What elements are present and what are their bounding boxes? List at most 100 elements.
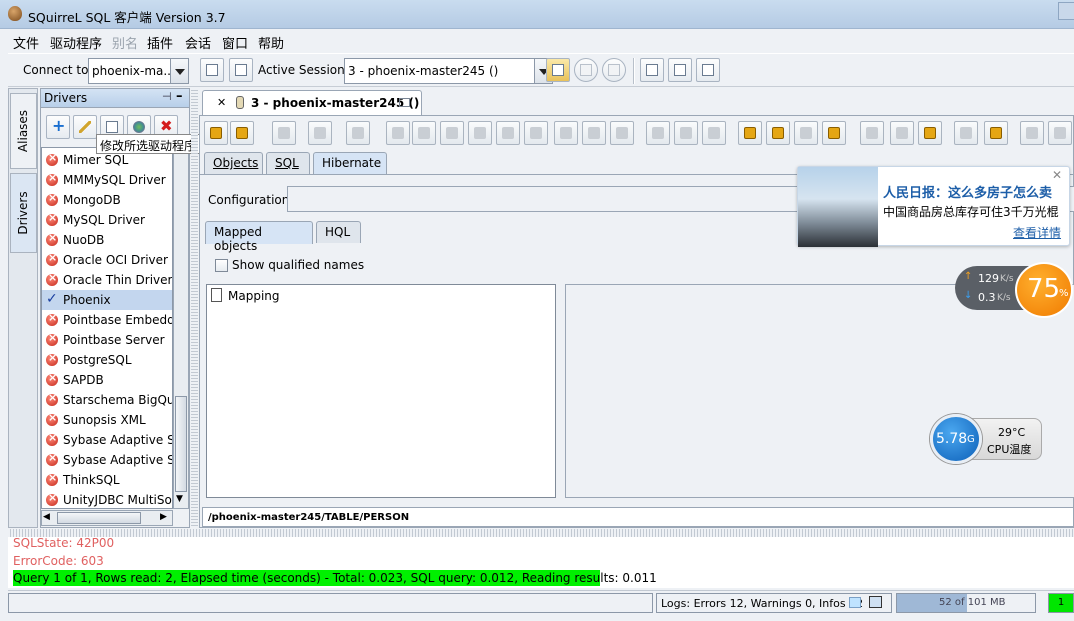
driver-item[interactable]: MongoDB	[42, 190, 172, 210]
monitor-icon[interactable]	[869, 596, 882, 608]
session-tool-button[interactable]	[308, 121, 332, 145]
new-window-button[interactable]	[640, 58, 664, 82]
menu-drivers[interactable]: 驱动程序	[50, 33, 102, 52]
new-driver-button[interactable]: +	[46, 115, 70, 139]
run-button[interactable]	[574, 58, 598, 82]
session-tool-button[interactable]	[822, 121, 846, 145]
horizontal-splitter[interactable]	[8, 529, 1074, 537]
copy-button[interactable]	[696, 58, 720, 82]
driver-item[interactable]: NuoDB	[42, 230, 172, 250]
session-tool-button[interactable]	[860, 121, 884, 145]
menu-aliases[interactable]: 别名	[112, 33, 138, 52]
session-tool-button[interactable]	[230, 121, 254, 145]
vertical-splitter[interactable]	[191, 88, 198, 528]
tab-aliases[interactable]: Aliases	[10, 93, 37, 169]
session-tool-button[interactable]	[346, 121, 370, 145]
memory-bar[interactable]: 52 of 101 MB	[896, 593, 1036, 613]
tab-mapped-objects[interactable]: Mapped objects	[205, 221, 313, 253]
tab-hql[interactable]: HQL	[316, 221, 361, 243]
driver-item[interactable]: Starschema BigQuery	[42, 390, 172, 410]
driver-item[interactable]: ThinkSQL	[42, 470, 172, 490]
drivers-horizontal-scrollbar[interactable]: ◀ ▶	[41, 510, 173, 526]
mapping-tree[interactable]: Mapping	[206, 284, 556, 498]
driver-item[interactable]: Sybase Adaptive Server	[42, 430, 172, 450]
driver-item[interactable]: ✓ Phoenix	[42, 290, 172, 310]
session-tab[interactable]: ✕ 3 - phoenix-master245 ()	[202, 90, 422, 116]
session-tool-button[interactable]	[702, 121, 726, 145]
session-tool-button[interactable]	[1048, 121, 1072, 145]
tab-sql[interactable]: SQL	[266, 152, 310, 174]
driver-item[interactable]: MySQL Driver	[42, 210, 172, 230]
driver-item[interactable]: UnityJDBC MultiSource	[42, 490, 172, 508]
drivers-vertical-scrollbar[interactable]: ▼	[173, 147, 189, 509]
driver-item[interactable]: Oracle Thin Driver	[42, 270, 172, 290]
session-tool-button[interactable]	[496, 121, 520, 145]
menu-file[interactable]: 文件	[13, 33, 39, 52]
session-tool-button[interactable]	[890, 121, 914, 145]
driver-item[interactable]: Oracle OCI Driver	[42, 250, 172, 270]
session-tool-button[interactable]	[554, 121, 578, 145]
cpu-widget[interactable]: 29°C CPU温度 5.78 G	[930, 414, 1042, 464]
tree-button[interactable]	[668, 58, 692, 82]
session-tool-button[interactable]	[646, 121, 670, 145]
session-tool-button[interactable]	[524, 121, 548, 145]
scroll-right-icon[interactable]: ▶	[160, 512, 167, 522]
news-popup[interactable]: 人民日报：这么多房子怎么卖 中国商品房总库存可住3千万光棍 查看详情 ✕	[797, 166, 1070, 247]
tree-root-mapping[interactable]: Mapping	[228, 289, 280, 303]
driver-item[interactable]: Sybase Adaptive Server	[42, 450, 172, 470]
scroll-thumb[interactable]	[57, 512, 141, 524]
minimize-panel-icon[interactable]: –	[176, 89, 183, 104]
driver-item[interactable]: PostgreSQL	[42, 350, 172, 370]
menu-window[interactable]: 窗口	[222, 33, 248, 52]
pin-icon[interactable]: ⊣	[162, 90, 172, 103]
session-tool-button[interactable]	[440, 121, 464, 145]
session-tool-button[interactable]	[674, 121, 698, 145]
session-tool-button[interactable]	[412, 121, 436, 145]
session-tool-button[interactable]	[582, 121, 606, 145]
close-icon[interactable]: ✕	[217, 96, 226, 109]
session-tool-button[interactable]	[1020, 121, 1044, 145]
drivers-list[interactable]: Mimer SQL MMMySQL Driver MongoDB MySQL Driv…	[41, 147, 173, 509]
menu-plugins[interactable]: 插件	[147, 33, 173, 52]
minimize-button[interactable]	[1058, 2, 1074, 20]
scroll-down-icon[interactable]: ▼	[176, 494, 183, 504]
menu-help[interactable]: 帮助	[258, 33, 284, 52]
network-speed-widget[interactable]: ↑ 129 K/s ↓ 0.3 K/s 75 %	[955, 262, 1073, 318]
tab-drivers[interactable]: Drivers	[10, 173, 37, 253]
session-tool-button[interactable]	[468, 121, 492, 145]
scroll-thumb[interactable]	[175, 396, 187, 492]
edit-driver-button[interactable]	[73, 115, 97, 139]
active-session-combo[interactable]: 3 - phoenix-master245 ()	[344, 58, 553, 84]
session-tool-button[interactable]	[918, 121, 942, 145]
session-properties-button[interactable]	[546, 58, 570, 82]
driver-item[interactable]: Sunopsis XML	[42, 410, 172, 430]
driver-item[interactable]: MMMySQL Driver	[42, 170, 172, 190]
show-qualified-checkbox[interactable]	[215, 259, 228, 272]
session-tool-button[interactable]	[272, 121, 296, 145]
close-icon[interactable]: ✕	[1052, 168, 1062, 182]
connect-combo[interactable]: phoenix-ma...	[88, 58, 189, 84]
scroll-left-icon[interactable]: ◀	[43, 512, 50, 522]
session-tool-button[interactable]	[738, 121, 762, 145]
session-tool-button[interactable]	[954, 121, 978, 145]
restore-icon[interactable]	[399, 98, 410, 107]
driver-item[interactable]: SAPDB	[42, 370, 172, 390]
news-details-link[interactable]: 查看详情	[1013, 224, 1061, 241]
tab-hibernate[interactable]: Hibernate	[313, 152, 387, 175]
new-session-button[interactable]	[229, 58, 253, 82]
chevron-down-icon[interactable]	[170, 59, 188, 83]
session-tool-button[interactable]	[794, 121, 818, 145]
session-tool-button[interactable]	[386, 121, 410, 145]
menu-session[interactable]: 会话	[185, 33, 211, 52]
session-tool-button[interactable]	[984, 121, 1008, 145]
session-tool-button[interactable]	[610, 121, 634, 145]
driver-item[interactable]: Pointbase Embedded	[42, 310, 172, 330]
session-tool-button[interactable]	[204, 121, 228, 145]
connect-button[interactable]	[200, 58, 224, 82]
driver-item[interactable]: Pointbase Server	[42, 330, 172, 350]
tab-objects[interactable]: Objects	[204, 152, 263, 174]
news-headline[interactable]: 人民日报：这么多房子怎么卖	[883, 182, 1052, 201]
logs-summary[interactable]: Logs: Errors 12, Warnings 0, Infos 52	[656, 593, 892, 613]
session-tool-button[interactable]	[766, 121, 790, 145]
stop-button[interactable]	[602, 58, 626, 82]
